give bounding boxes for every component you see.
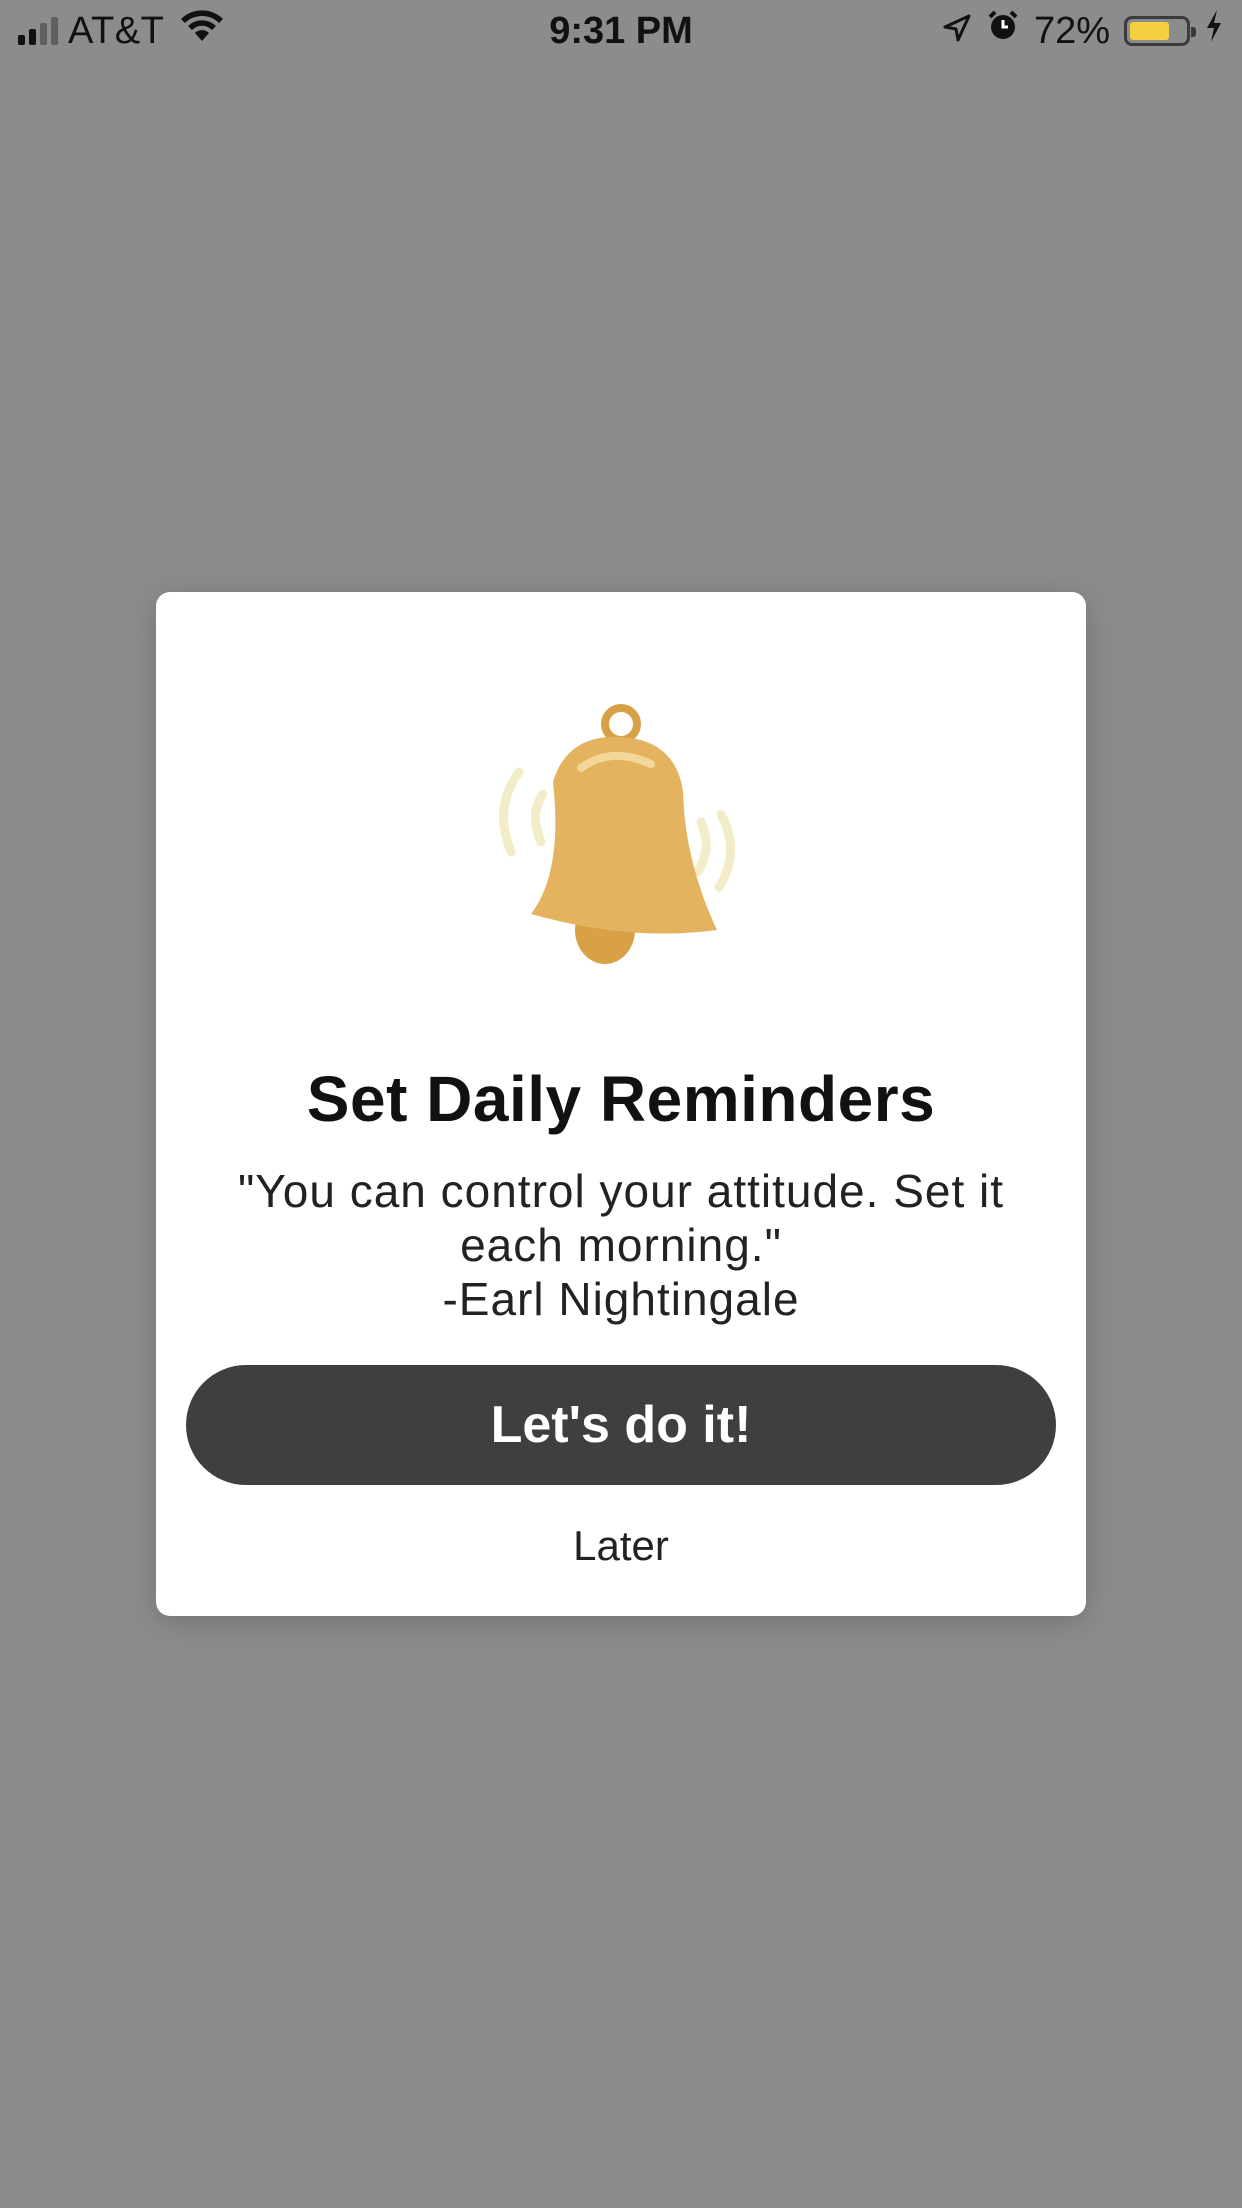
reminder-modal: Set Daily Reminders "You can control you… [156, 592, 1086, 1616]
later-button[interactable]: Later [156, 1522, 1086, 1570]
location-icon [942, 10, 972, 53]
battery-percent: 72% [1033, 9, 1110, 52]
quote-block: "You can control your attitude. Set it e… [196, 1164, 1046, 1326]
battery-level [1130, 22, 1169, 40]
quote-line: each morning." [460, 1219, 782, 1271]
alarm-icon [986, 9, 1020, 53]
battery-icon [1124, 16, 1196, 46]
status-bar: AT&T 9:31 PM 72% [0, 0, 1242, 62]
status-bar-right: 72% [942, 8, 1224, 54]
quote-line: "You can control your attitude. Set it [237, 1165, 1005, 1217]
charging-bolt-icon [1204, 9, 1224, 53]
bell-icon [471, 702, 771, 972]
modal-title: Set Daily Reminders [306, 1063, 936, 1135]
lets-do-it-button[interactable]: Let's do it! [186, 1365, 1056, 1485]
quote-author: -Earl Nightingale [442, 1273, 800, 1325]
